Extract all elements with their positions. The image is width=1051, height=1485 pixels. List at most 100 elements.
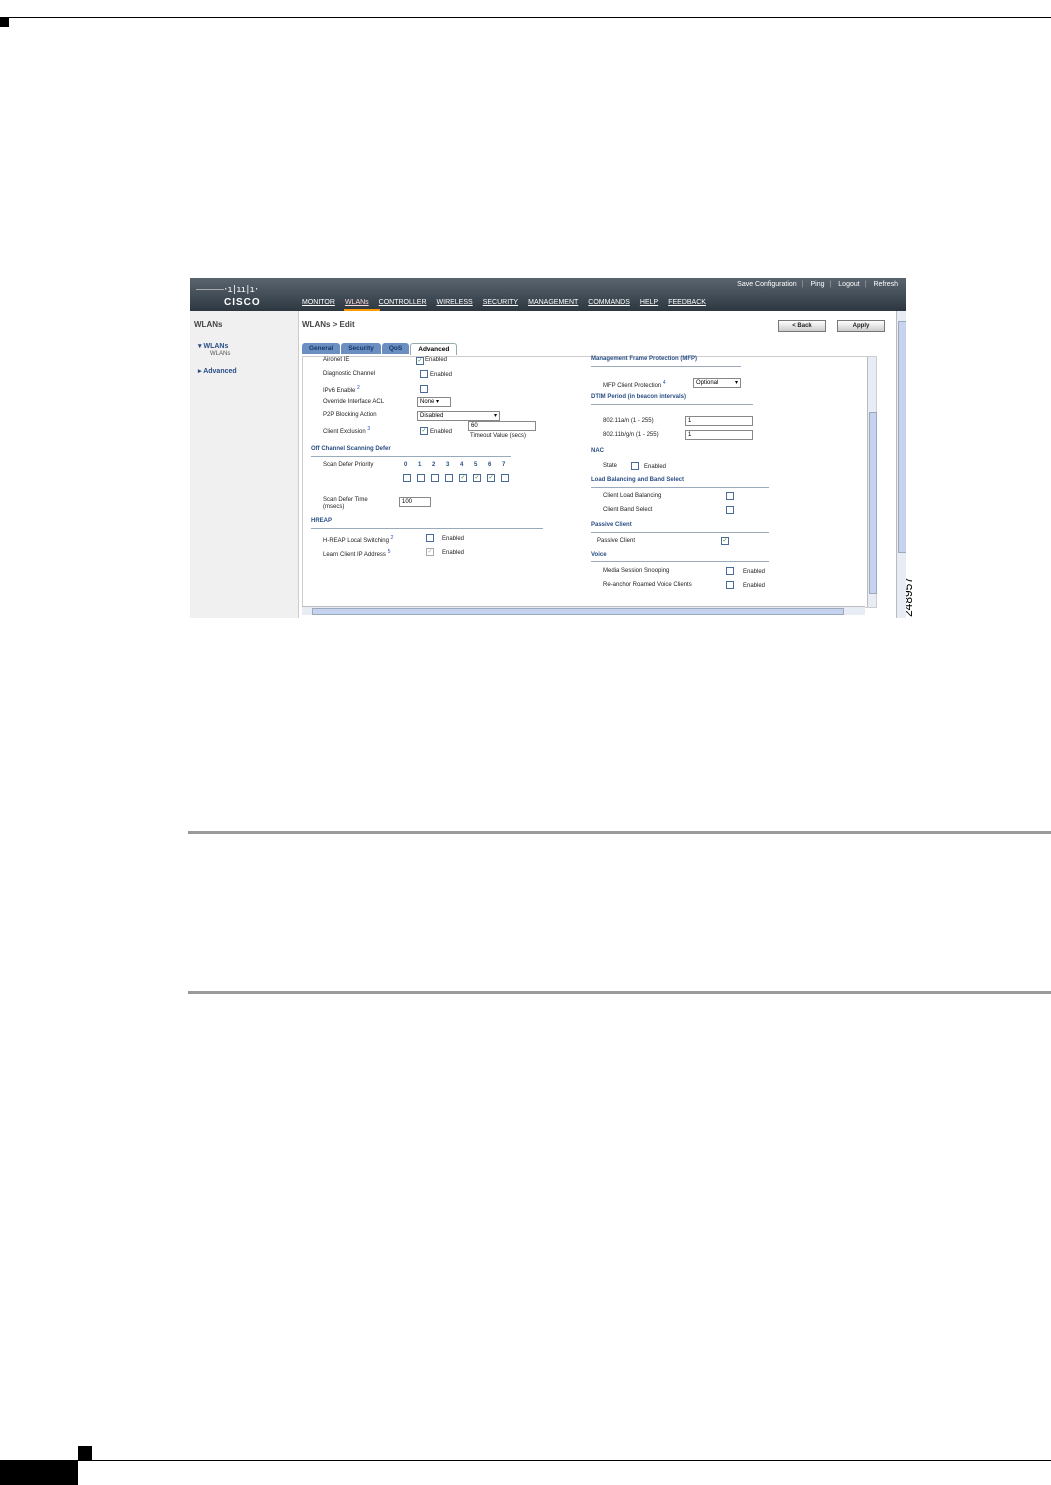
menu-management[interactable]: MANAGEMENT: [528, 299, 578, 306]
dtim-b-input[interactable]: 1: [685, 430, 753, 440]
ipv6-checkbox[interactable]: [420, 385, 428, 393]
reanchor-checkbox[interactable]: [726, 581, 734, 589]
cbs-checkbox[interactable]: [726, 506, 734, 514]
refresh-link[interactable]: Refresh: [873, 281, 898, 288]
sidebar: WLANs ▾ WLANs WLANs ▸ Advanced: [190, 311, 299, 618]
tab-advanced[interactable]: Advanced: [410, 343, 458, 355]
save-configuration-link[interactable]: Save Configuration: [737, 281, 797, 288]
client-exclusion-checkbox[interactable]: ✓: [420, 427, 428, 435]
scan-time-input[interactable]: 100: [399, 497, 431, 507]
tab-bar: General Security QoS Advanced: [302, 343, 458, 355]
main-content: WLANs > Edit < Back Apply General Securi…: [300, 311, 896, 618]
menu-feedback[interactable]: FEEDBACK: [668, 299, 706, 306]
priority-label-4: 4: [460, 462, 464, 468]
reanchor-label: Re-anchor Roamed Voice Clients: [603, 582, 692, 588]
client-exclusion-label: Client Exclusion 3: [323, 426, 371, 435]
priority-checkbox-5[interactable]: ✓: [473, 474, 481, 482]
divider: [591, 561, 769, 562]
clb-label: Client Load Balancing: [603, 493, 662, 499]
priority-label-3: 3: [446, 462, 450, 468]
clb-checkbox[interactable]: [726, 492, 734, 500]
logout-link[interactable]: Logout: [838, 281, 859, 288]
tab-qos[interactable]: QoS: [381, 343, 410, 354]
diag-enabled-label: Enabled: [430, 372, 453, 378]
top-rule: [0, 17, 1051, 18]
hreap-heading: HREAP: [311, 518, 333, 524]
priority-label-1: 1: [418, 462, 422, 468]
scan-priority-label: Scan Defer Priority: [323, 462, 374, 468]
scroll-thumb[interactable]: [898, 321, 906, 553]
scroll-thumb[interactable]: [312, 608, 844, 615]
learn-ip-checkbox[interactable]: ✓: [426, 548, 434, 556]
p2p-select[interactable]: Disabled ▾: [417, 411, 500, 421]
ipv6-label: IPv6 Enable 2: [323, 385, 360, 394]
override-acl-label: Override Interface ACL: [323, 399, 385, 405]
priority-checkbox-7[interactable]: [501, 474, 509, 482]
nac-state-label: State: [603, 463, 618, 469]
divider: [591, 366, 741, 367]
logo-line: [196, 289, 224, 290]
menu-wlans[interactable]: WLANs: [345, 299, 369, 306]
panel-vertical-scrollbar[interactable]: [867, 357, 877, 607]
media-label: Media Session Snooping: [603, 568, 670, 574]
menu-security[interactable]: SECURITY: [483, 299, 518, 306]
sidebar-subitem-wlans[interactable]: WLANs: [210, 351, 230, 357]
reanchor-enabled-label: Enabled: [743, 583, 766, 589]
menu-wireless[interactable]: WIRELESS: [437, 299, 473, 306]
page-vertical-scrollbar[interactable]: [896, 311, 906, 618]
learn-ip-enabled-label: Enabled: [442, 550, 465, 556]
priority-checkbox-6[interactable]: ✓: [487, 474, 495, 482]
priority-label-7: 7: [502, 462, 506, 468]
mfp-select[interactable]: Optional ▾: [693, 378, 741, 388]
learn-ip-label: Learn Client IP Address 5: [323, 549, 391, 558]
panel-horizontal-scrollbar[interactable]: [302, 606, 865, 615]
p2p-label: P2P Blocking Action: [323, 412, 377, 418]
priority-checkbox-4[interactable]: ✓: [459, 474, 467, 482]
aironet-checkbox[interactable]: ✓: [416, 357, 424, 365]
menu-help[interactable]: HELP: [640, 299, 658, 306]
nac-state-checkbox[interactable]: [631, 462, 639, 470]
dtim-a-input[interactable]: 1: [685, 416, 753, 426]
divider: [311, 456, 511, 457]
chevron-down-icon: ▾: [493, 413, 497, 419]
sidebar-title: WLANs: [194, 320, 223, 329]
off-channel-heading: Off Channel Scanning Defer: [311, 446, 391, 452]
diag-label: Diagnostic Channel: [323, 371, 376, 377]
menu-commands[interactable]: COMMANDS: [588, 299, 630, 306]
timeout-label: Timeout Value (secs): [470, 433, 527, 439]
top-corner-mark: [0, 18, 9, 27]
sidebar-item-wlans[interactable]: ▾ WLANs: [198, 342, 228, 350]
passive-heading: Passive Client: [591, 522, 632, 528]
priority-label-0: 0: [404, 462, 408, 468]
timeout-input[interactable]: 60: [468, 421, 536, 431]
priority-checkbox-2[interactable]: [431, 474, 439, 482]
menu-monitor[interactable]: MONITOR: [302, 299, 335, 306]
tab-security[interactable]: Security: [341, 343, 381, 354]
override-acl-select[interactable]: None ▾: [417, 397, 451, 407]
back-button[interactable]: < Back: [778, 320, 826, 332]
cisco-logo-icon: ·ı|ıı|ı·: [223, 285, 259, 295]
priority-checkbox-3[interactable]: [445, 474, 453, 482]
dtim-a-label: 802.11a/n (1 - 255): [603, 418, 654, 424]
hreap-local-label: H-REAP Local Switching 2: [323, 535, 394, 544]
section-rule-top: [188, 831, 1051, 834]
priority-label-2: 2: [432, 462, 436, 468]
scan-time-unit: (msecs): [323, 504, 345, 510]
hreap-local-enabled-label: Enabled: [442, 536, 465, 542]
dtim-heading: DTIM Period (in beacon intervals): [591, 394, 687, 400]
scroll-thumb[interactable]: [869, 412, 877, 594]
tab-general[interactable]: General: [302, 343, 341, 354]
priority-checkbox-0[interactable]: [403, 474, 411, 482]
ping-link[interactable]: Ping: [810, 281, 824, 288]
hreap-local-checkbox[interactable]: [426, 534, 434, 542]
menu-controller[interactable]: CONTROLLER: [379, 299, 427, 306]
diag-checkbox[interactable]: [420, 370, 428, 378]
dtim-b-label: 802.11b/g/n (1 - 255): [603, 432, 659, 438]
scan-time-label: Scan Defer Time: [323, 497, 368, 503]
divider: [591, 532, 769, 533]
priority-checkbox-1[interactable]: [417, 474, 425, 482]
passive-checkbox[interactable]: ✓: [721, 537, 729, 545]
apply-button[interactable]: Apply: [837, 320, 885, 332]
media-checkbox[interactable]: [726, 567, 734, 575]
sidebar-item-advanced[interactable]: ▸ Advanced: [198, 367, 237, 375]
